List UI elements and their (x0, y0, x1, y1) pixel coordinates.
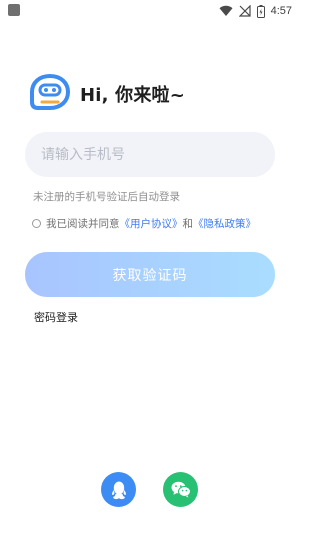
password-login-link[interactable]: 密码登录 (34, 309, 78, 325)
get-verification-code-button[interactable]: 获取验证码 (25, 252, 275, 297)
agreement-and: 和 (182, 218, 194, 230)
wechat-icon (171, 481, 191, 498)
status-icons: 4:57 (219, 3, 292, 19)
no-signal-icon (238, 5, 251, 17)
wifi-icon (219, 5, 233, 17)
phone-number-input[interactable] (25, 132, 275, 177)
status-time: 4:57 (270, 5, 292, 17)
auto-register-hint: 未注册的手机号验证后自动登录 (33, 191, 180, 203)
user-agreement-link[interactable]: 《用户协议》 (120, 216, 183, 231)
wechat-login-button[interactable] (163, 472, 198, 507)
chat-bot-logo-icon (30, 73, 71, 110)
qq-penguin-icon (111, 481, 126, 499)
agreement-radio[interactable] (32, 219, 41, 228)
notification-square-icon (8, 4, 20, 16)
battery-charging-icon (256, 4, 265, 18)
agreement-prefix: 我已阅读并同意 (46, 218, 120, 230)
agreement-row: 我已阅读并同意 《用户协议》 和 《隐私政策》 (32, 216, 256, 231)
qq-login-button[interactable] (101, 472, 136, 507)
privacy-policy-link[interactable]: 《隐私政策》 (193, 216, 256, 231)
header: Hi, 你来啦~ (28, 72, 185, 116)
status-bar: 4:57 (0, 0, 300, 24)
greeting-title: Hi, 你来啦~ (80, 85, 186, 106)
login-screen: 4:57 Hi, 你来啦~ 未注册的手机号验证后自动登录 我已阅读并同意 《用户… (0, 0, 300, 533)
